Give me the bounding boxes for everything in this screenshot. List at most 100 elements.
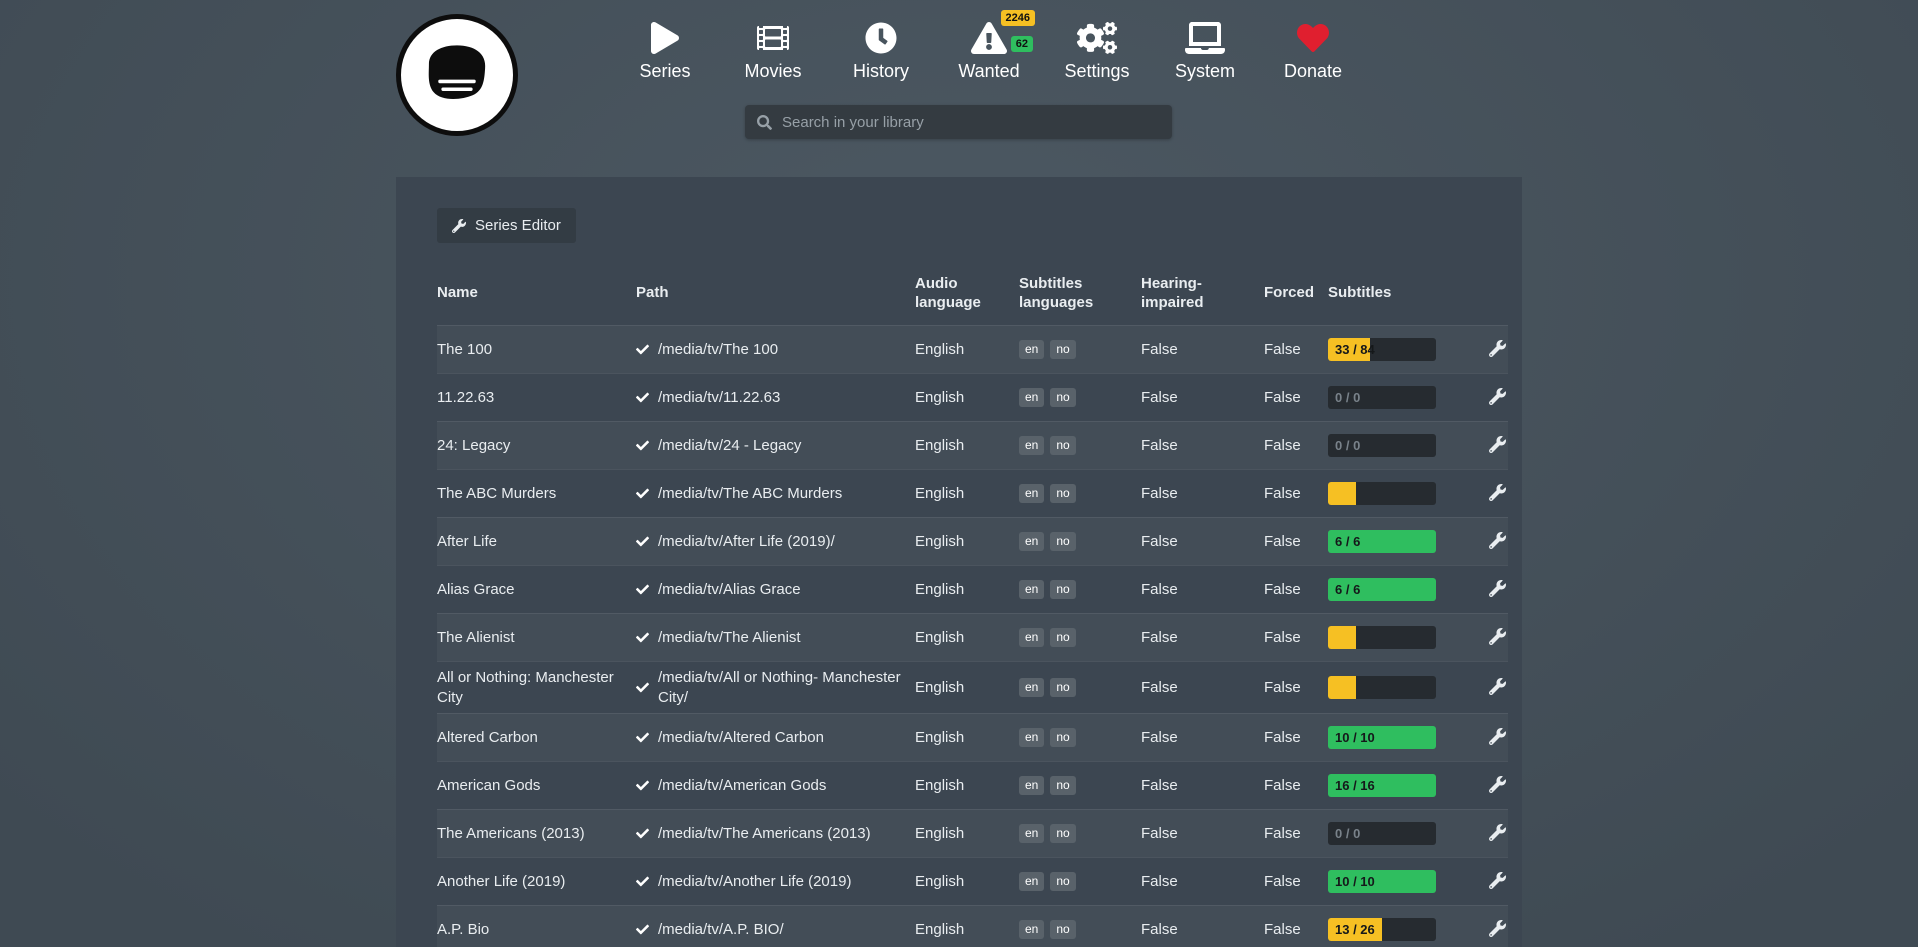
- wrench-icon: [1489, 532, 1506, 549]
- series-path-cell: /media/tv/Altered Carbon: [636, 728, 915, 748]
- edit-series-button[interactable]: [1487, 530, 1508, 554]
- series-path: /media/tv/The Americans (2013): [658, 824, 871, 844]
- hearing-impaired-value: False: [1141, 484, 1264, 504]
- series-path: /media/tv/The ABC Murders: [658, 484, 842, 504]
- nav-item-series[interactable]: Series: [611, 22, 719, 82]
- language-badge: en: [1019, 340, 1044, 358]
- heart-icon: [1297, 22, 1329, 54]
- language-badge: no: [1050, 484, 1075, 502]
- main-nav: Series Movies History 2246 62 Wanted Set…: [611, 22, 1367, 82]
- series-path-cell: /media/tv/A.P. BIO/: [636, 920, 915, 940]
- table-row: After Life /media/tv/After Life (2019)/ …: [437, 517, 1508, 565]
- series-name: The ABC Murders: [437, 484, 636, 504]
- edit-series-button[interactable]: [1487, 870, 1508, 894]
- nav-item-history[interactable]: History: [827, 22, 935, 82]
- hearing-impaired-value: False: [1141, 532, 1264, 552]
- language-badge: no: [1050, 872, 1075, 890]
- edit-series-button[interactable]: [1487, 386, 1508, 410]
- wanted-series-count-badge: 2246: [1001, 10, 1035, 26]
- search-icon: [757, 115, 772, 130]
- app-logo[interactable]: [396, 14, 518, 136]
- subtitles-progress-label: 10 / 10: [1335, 870, 1375, 893]
- edit-series-button[interactable]: [1487, 774, 1508, 798]
- film-icon: [757, 22, 789, 54]
- subtitles-cell: [1328, 676, 1461, 699]
- edit-series-button[interactable]: [1487, 626, 1508, 650]
- nav-item-donate[interactable]: Donate: [1259, 22, 1367, 82]
- series-name: The Americans (2013): [437, 824, 636, 844]
- forced-value: False: [1264, 728, 1328, 748]
- table-row: The Americans (2013) /media/tv/The Ameri…: [437, 809, 1508, 857]
- audio-language: English: [915, 580, 1019, 600]
- edit-series-button[interactable]: [1487, 726, 1508, 750]
- nav-label: Settings: [1064, 61, 1129, 82]
- nav-item-system[interactable]: System: [1151, 22, 1259, 82]
- edit-series-button[interactable]: [1487, 918, 1508, 942]
- edit-series-button[interactable]: [1487, 482, 1508, 506]
- audio-language: English: [915, 678, 1019, 698]
- nav-label: History: [853, 61, 909, 82]
- edit-series-button[interactable]: [1487, 822, 1508, 846]
- forced-value: False: [1264, 388, 1328, 408]
- forced-value: False: [1264, 678, 1328, 698]
- header-name: Name: [437, 283, 636, 303]
- table-row: Altered Carbon /media/tv/Altered Carbon …: [437, 713, 1508, 761]
- nav-item-wanted[interactable]: 2246 62 Wanted: [935, 22, 1043, 82]
- check-icon: [636, 343, 649, 356]
- subtitles-cell: [1328, 626, 1461, 649]
- hearing-impaired-value: False: [1141, 920, 1264, 940]
- series-path: /media/tv/American Gods: [658, 776, 826, 796]
- gears-icon: [1077, 22, 1117, 54]
- nav-item-movies[interactable]: Movies: [719, 22, 827, 82]
- language-badge: en: [1019, 824, 1044, 842]
- series-name: 24: Legacy: [437, 436, 636, 456]
- subtitle-languages: enno: [1019, 580, 1141, 598]
- series-editor-button[interactable]: Series Editor: [437, 208, 576, 243]
- series-path-cell: /media/tv/The Americans (2013): [636, 824, 915, 844]
- subtitles-progress-bar: 0 / 0: [1328, 822, 1436, 845]
- subtitle-languages: enno: [1019, 484, 1141, 502]
- series-name: The Alienist: [437, 628, 636, 648]
- nav-item-settings[interactable]: Settings: [1043, 22, 1151, 82]
- hearing-impaired-value: False: [1141, 824, 1264, 844]
- table-row: A.P. Bio /media/tv/A.P. BIO/ English enn…: [437, 905, 1508, 947]
- series-path: /media/tv/24 - Legacy: [658, 436, 801, 456]
- series-editor-label: Series Editor: [475, 217, 561, 234]
- audio-language: English: [915, 340, 1019, 360]
- edit-series-button[interactable]: [1487, 338, 1508, 362]
- language-badge: no: [1050, 532, 1075, 550]
- search-input[interactable]: [782, 114, 1160, 131]
- edit-series-button[interactable]: [1487, 578, 1508, 602]
- header-path: Path: [636, 283, 915, 303]
- language-badge: no: [1050, 628, 1075, 646]
- series-path-cell: /media/tv/The Alienist: [636, 628, 915, 648]
- app-header: Series Movies History 2246 62 Wanted Set…: [396, 0, 1522, 177]
- subtitles-progress-bar: 16 / 16: [1328, 774, 1436, 797]
- subtitles-progress-bar: 10 / 10: [1328, 870, 1436, 893]
- subtitles-cell: 0 / 0: [1328, 434, 1461, 457]
- series-path: /media/tv/All or Nothing- Manchester Cit…: [658, 668, 905, 707]
- nav-label: Donate: [1284, 61, 1342, 82]
- language-badge: en: [1019, 628, 1044, 646]
- wrench-icon: [1489, 484, 1506, 501]
- audio-language: English: [915, 532, 1019, 552]
- edit-series-button[interactable]: [1487, 676, 1508, 700]
- subtitle-languages: enno: [1019, 872, 1141, 890]
- language-badge: no: [1050, 436, 1075, 454]
- hearing-impaired-value: False: [1141, 678, 1264, 698]
- library-search: [745, 105, 1172, 139]
- series-name: After Life: [437, 532, 636, 552]
- wrench-icon: [1489, 580, 1506, 597]
- series-path-cell: /media/tv/American Gods: [636, 776, 915, 796]
- audio-language: English: [915, 824, 1019, 844]
- table-row: The Alienist /media/tv/The Alienist Engl…: [437, 613, 1508, 661]
- subtitles-progress-label: 0 / 0: [1335, 386, 1360, 409]
- table-row: The 100 /media/tv/The 100 English enno F…: [437, 325, 1508, 373]
- subtitles-progress-label: 6 / 6: [1335, 578, 1360, 601]
- subtitles-cell: 6 / 6: [1328, 530, 1461, 553]
- subtitle-languages: enno: [1019, 728, 1141, 746]
- edit-series-button[interactable]: [1487, 434, 1508, 458]
- subtitles-cell: 0 / 0: [1328, 822, 1461, 845]
- check-icon: [636, 779, 649, 792]
- hearing-impaired-value: False: [1141, 628, 1264, 648]
